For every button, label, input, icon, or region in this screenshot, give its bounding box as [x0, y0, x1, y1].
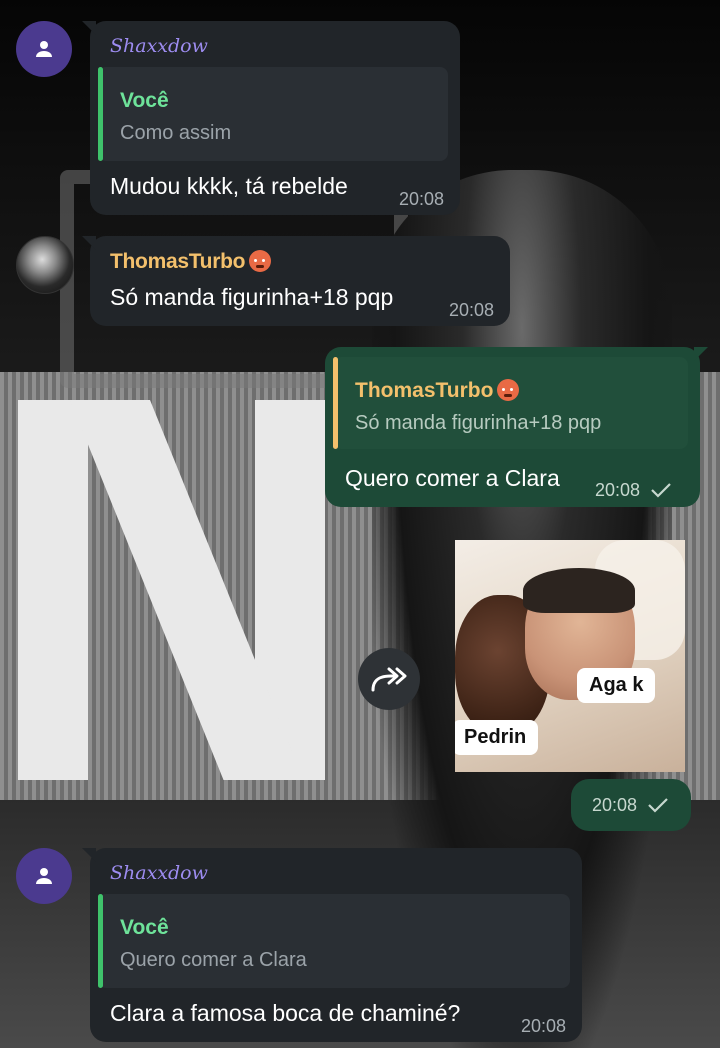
hot-face-emoji	[497, 379, 520, 401]
message-time: 20:08	[520, 1016, 566, 1036]
reply-sender-name: ThomasTurbo	[355, 379, 494, 402]
message-time: 20:08	[448, 300, 494, 320]
sticker-label: Pedrin	[455, 720, 539, 755]
message-text: Só manda figurinha+18 pqp	[110, 284, 394, 310]
person-icon	[36, 868, 52, 884]
hot-face-emoji	[249, 250, 272, 272]
message-bubble[interactable]: ThomasTurbo Só manda figurinha+18 pqp Qu…	[325, 347, 708, 507]
avatar[interactable]	[16, 848, 72, 904]
reply-preview[interactable]: Você Como assim	[98, 67, 448, 161]
reply-sender-name: Você	[120, 89, 169, 112]
message-time: 20:08	[591, 795, 637, 815]
sender-name[interactable]: ThomasTurbo	[110, 250, 245, 273]
check-icon	[651, 483, 671, 498]
sender-name[interactable]: Shaxxdow	[110, 35, 208, 57]
forward-icon	[371, 667, 407, 692]
reply-text: Quero comer a Clara	[120, 949, 307, 971]
reply-preview[interactable]: ThomasTurbo Só manda figurinha+18 pqp	[333, 357, 688, 449]
message-text: Quero comer a Clara	[345, 465, 560, 491]
sticker-label: Aga k	[577, 668, 656, 703]
message-text: Clara a famosa boca de chaminé?	[110, 1000, 461, 1026]
forward-button[interactable]	[358, 648, 420, 710]
avatar[interactable]	[16, 236, 74, 294]
message-time: 20:08	[594, 480, 640, 500]
reply-text: Como assim	[120, 122, 232, 144]
message-bubble[interactable]: ThomasTurbo Só manda figurinha+18 pqp 20…	[82, 236, 510, 326]
sender-name[interactable]: Shaxxdow	[110, 862, 208, 884]
message-bubble[interactable]: Shaxxdow Você Como assim Mudou kkkk, tá …	[82, 21, 460, 215]
message-text: Mudou kkkk, tá rebelde	[110, 173, 348, 199]
reply-text: Só manda figurinha+18 pqp	[355, 412, 602, 434]
avatar[interactable]	[16, 21, 72, 77]
check-icon	[648, 798, 668, 813]
message-bubble[interactable]: Shaxxdow Você Quero comer a Clara Clara …	[82, 848, 582, 1042]
media-time-badge: 20:08	[571, 779, 691, 831]
sticker-image[interactable]: Aga k Pedrin	[455, 540, 685, 772]
reply-sender-name: Você	[120, 916, 169, 939]
message-time: 20:08	[398, 189, 444, 209]
reply-preview[interactable]: Você Quero comer a Clara	[98, 894, 570, 988]
person-icon	[36, 41, 52, 57]
